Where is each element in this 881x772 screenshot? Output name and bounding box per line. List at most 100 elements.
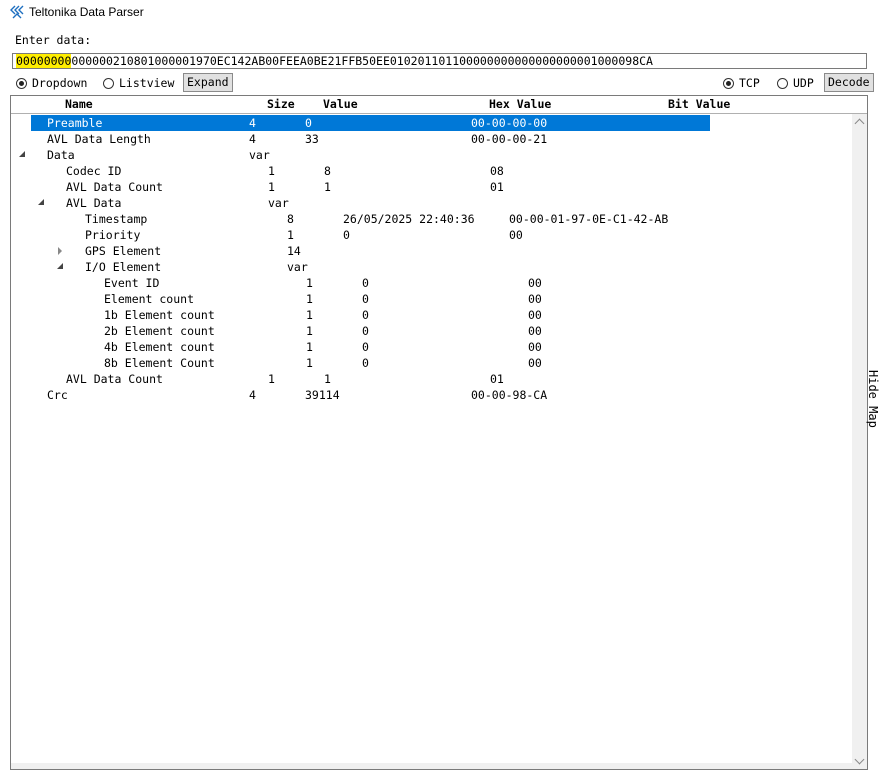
tree-row[interactable]: Element count 1 0 00 [11, 291, 851, 307]
cell-hex: 00-00-00-21 [471, 132, 548, 146]
header-name[interactable]: Name [65, 97, 93, 111]
udp-radio[interactable]: UDP [777, 75, 814, 91]
cell-hex: 08 [490, 164, 504, 178]
cell-value: 33 [305, 132, 319, 146]
radio-dot [723, 77, 734, 89]
radio-dot [16, 77, 27, 89]
cell-hex: 01 [490, 372, 504, 386]
tree-row[interactable]: AVL Data Count 1 1 01 [11, 179, 851, 195]
cell-size: 1 [306, 340, 313, 354]
horizontal-scrollbar[interactable] [11, 763, 854, 769]
chevron-down-icon[interactable] [854, 754, 865, 765]
cell-value: 0 [362, 292, 369, 306]
tree-row[interactable]: AVL Data Count 1 1 01 [11, 371, 851, 387]
cell-size: var [268, 196, 289, 210]
expand-open-icon[interactable] [38, 199, 46, 207]
radio-dot [777, 77, 788, 89]
cell-hex: 00 [528, 356, 542, 370]
cell-value: 0 [362, 356, 369, 370]
cell-hex: 00 [528, 276, 542, 290]
cell-size: 1 [268, 372, 275, 386]
cell-hex: 00 [528, 324, 542, 338]
header-bit-value[interactable]: Bit Value [668, 97, 730, 111]
tree-view[interactable]: Name Size Value Hex Value Bit Value Prea… [10, 95, 868, 770]
cell-hex: 00-00-01-97-0E-C1-42-AB [509, 212, 669, 226]
tree-row[interactable]: 4b Element count 1 0 00 [11, 339, 851, 355]
cell-name: Codec ID [66, 164, 122, 178]
tree-row[interactable]: Event ID 1 0 00 [11, 275, 851, 291]
dropdown-radio-label: Dropdown [32, 76, 88, 90]
cell-name: Crc [47, 388, 68, 402]
header-value[interactable]: Value [323, 97, 358, 111]
cell-value: 1 [324, 180, 331, 194]
tree-row[interactable]: AVL Data var [11, 195, 851, 211]
column-header: Name Size Value Hex Value Bit Value [11, 96, 867, 114]
cell-value: 39114 [305, 388, 340, 402]
cell-name: 2b Element count [104, 324, 215, 338]
cell-size: 4 [249, 388, 256, 402]
tree-row[interactable]: Codec ID 1 8 08 [11, 163, 851, 179]
cell-value: 0 [343, 228, 350, 242]
cell-size: var [287, 260, 308, 274]
cell-size: 1 [268, 164, 275, 178]
vertical-scrollbar[interactable] [852, 114, 867, 769]
cell-name: Timestamp [85, 212, 148, 226]
tree-row[interactable]: Preamble 4 0 00-00-00-00 [11, 115, 851, 131]
header-hex-value[interactable]: Hex Value [489, 97, 551, 111]
cell-size: 1 [306, 356, 313, 370]
expand-open-icon[interactable] [19, 151, 27, 159]
chevron-up-icon[interactable] [854, 118, 865, 129]
tree-row[interactable]: 1b Element count 1 0 00 [11, 307, 851, 323]
expand-closed-icon[interactable] [57, 247, 65, 255]
cell-value: 0 [362, 324, 369, 338]
tree-row[interactable]: Crc 4 39114 00-00-98-CA [11, 387, 851, 403]
cell-value: 0 [362, 308, 369, 322]
cell-size: 14 [287, 244, 301, 258]
cell-size: var [249, 148, 270, 162]
expand-button[interactable]: Expand [183, 73, 233, 92]
cell-hex: 00-00-98-CA [471, 388, 548, 402]
cell-size: 1 [306, 324, 313, 338]
cell-name: Priority [85, 228, 141, 242]
teltonika-logo-icon [10, 5, 24, 19]
header-size[interactable]: Size [267, 97, 295, 111]
cell-hex: 00 [509, 228, 523, 242]
tree-row[interactable]: Timestamp 8 26/05/2025 22:40:36 00-00-01-97… [11, 211, 851, 227]
hide-map-button[interactable]: Hide Map [866, 370, 880, 450]
dropdown-radio[interactable]: Dropdown [16, 75, 87, 91]
hex-data-input[interactable]: 00000000000000210801000001970EC142AB00FE… [12, 53, 867, 69]
cell-name: AVL Data Count [66, 180, 163, 194]
cell-value: 26/05/2025 22:40:36 [343, 212, 475, 226]
cell-name: 4b Element count [104, 340, 215, 354]
cell-hex: 00-00-00-00 [471, 116, 548, 130]
cell-size: 1 [306, 276, 313, 290]
decode-button[interactable]: Decode [824, 73, 874, 92]
expand-open-icon[interactable] [57, 263, 65, 271]
tree-row[interactable]: I/O Element var [11, 259, 851, 275]
cell-name: AVL Data Length [47, 132, 151, 146]
cell-hex: 00 [528, 340, 542, 354]
tcp-radio[interactable]: TCP [723, 75, 760, 91]
cell-hex: 00 [528, 308, 542, 322]
listview-radio[interactable]: Listview [103, 75, 174, 91]
cell-name: I/O Element [85, 260, 162, 274]
tree-row[interactable]: GPS Element 14 [11, 243, 851, 259]
cell-value: 0 [362, 276, 369, 290]
cell-value: 0 [305, 116, 312, 130]
tree-row[interactable]: 8b Element Count 1 0 00 [11, 355, 851, 371]
cell-name: 8b Element Count [104, 356, 215, 370]
tcp-radio-label: TCP [739, 76, 760, 90]
tree-row[interactable]: Priority 1 0 00 [11, 227, 851, 243]
selection-highlight [31, 115, 710, 131]
cell-size: 4 [249, 132, 256, 146]
cell-name: AVL Data [66, 196, 122, 210]
cell-size: 1 [306, 292, 313, 306]
cell-name: GPS Element [85, 244, 162, 258]
tree-row[interactable]: 2b Element count 1 0 00 [11, 323, 851, 339]
input-rest: 000000210801000001970EC142AB00FEEA0BE21F… [71, 54, 653, 68]
tree-row[interactable]: AVL Data Length 4 33 00-00-00-21 [11, 131, 851, 147]
cell-size: 1 [287, 228, 294, 242]
listview-radio-label: Listview [119, 76, 175, 90]
cell-value: 1 [324, 372, 331, 386]
tree-row[interactable]: Data var [11, 147, 851, 163]
